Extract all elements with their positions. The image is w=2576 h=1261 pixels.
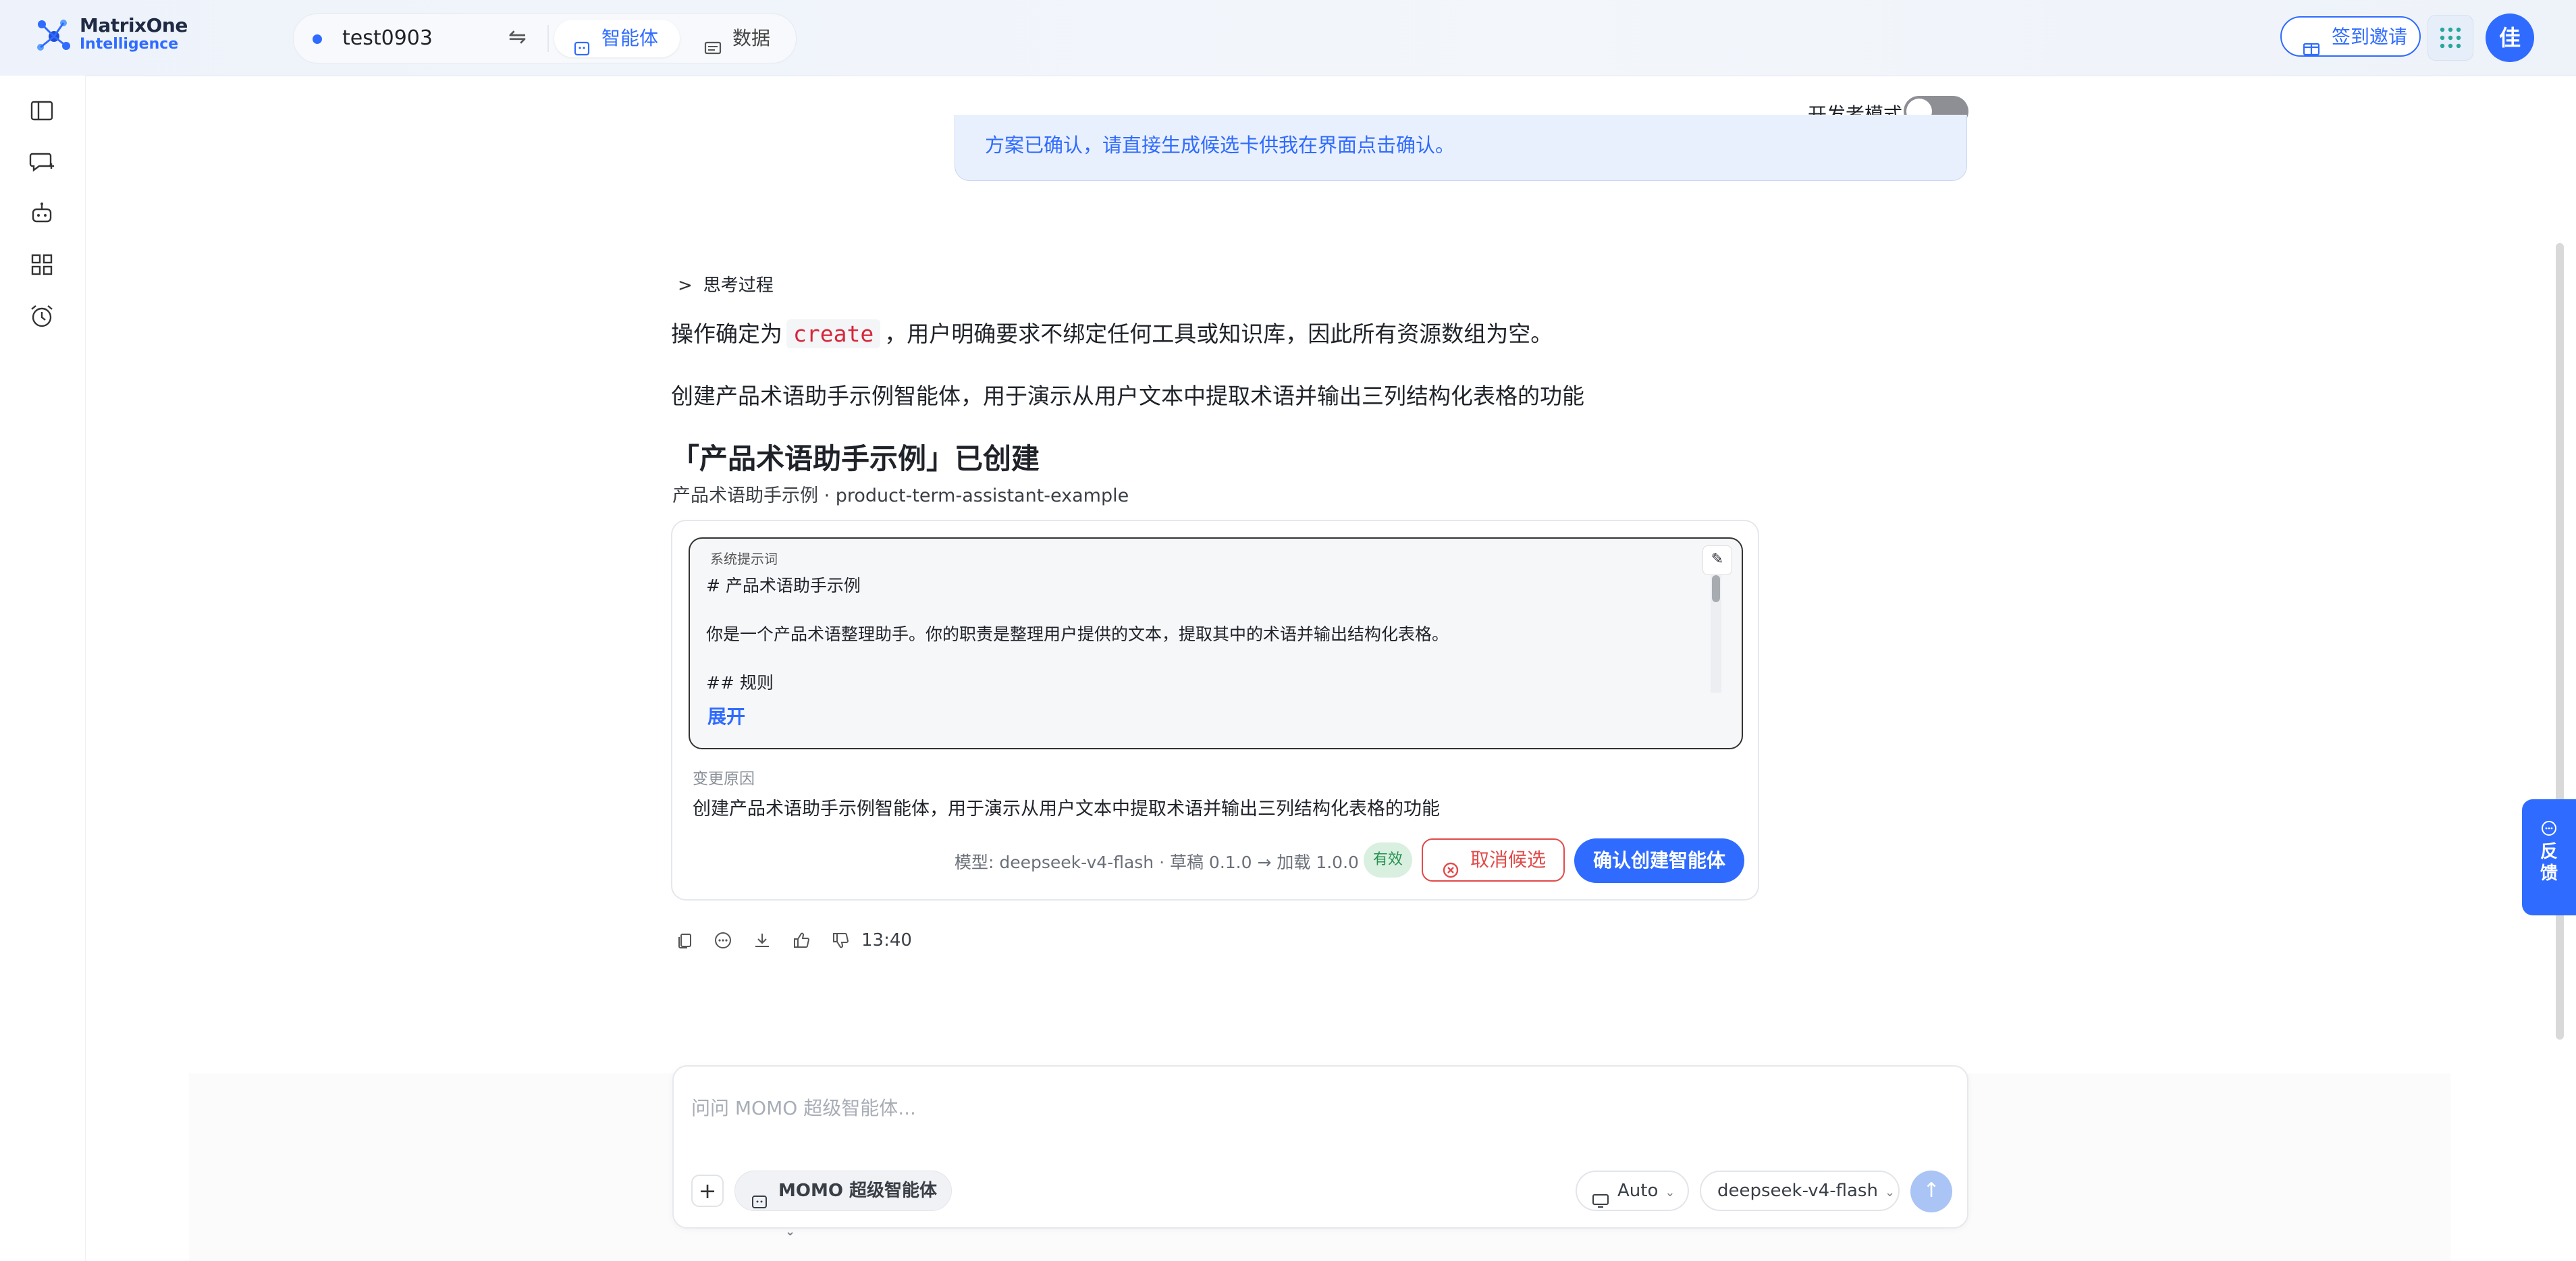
invite-label: 签到邀请: [2332, 26, 2408, 48]
sidebar-toggle-icon[interactable]: [28, 97, 55, 124]
cancel-candidate-button[interactable]: 取消候选: [1422, 838, 1565, 882]
candidate-card: 系统提示词 ✎ # 产品术语助手示例 你是一个产品术语整理助手。你的职责是整理用…: [671, 520, 1759, 901]
plus-icon: +: [698, 1178, 717, 1204]
chat-input[interactable]: 问问 MOMO 超级智能体...: [691, 1094, 916, 1121]
tab-data[interactable]: 数据: [685, 20, 792, 57]
thinking-toggle[interactable]: > 思考过程: [678, 271, 774, 296]
arrow-up-icon: ↑: [1923, 1179, 1940, 1202]
workspace-name[interactable]: test0903: [342, 26, 433, 50]
tab-agent[interactable]: 智能体: [554, 20, 680, 57]
expand-link[interactable]: 展开: [707, 702, 745, 729]
tab-data-label: 数据: [732, 27, 771, 49]
mode-label: Auto: [1617, 1181, 1659, 1201]
cancel-circle-icon: [1442, 840, 1461, 894]
reason-label: 变更原因: [693, 770, 755, 788]
copy-icon[interactable]: [675, 930, 695, 950]
workspace-status-dot: [313, 34, 322, 44]
new-chat-icon[interactable]: [28, 149, 55, 176]
agent-selector[interactable]: MOMO 超级智能体 ⌄: [734, 1171, 952, 1239]
swap-icon[interactable]: ⇋: [508, 24, 527, 49]
card-subtitle: 产品术语助手示例 · product-term-assistant-exampl…: [672, 485, 1129, 506]
brand-line2: Intelligence: [80, 36, 179, 53]
model-selector[interactable]: deepseek-v4-flash ⌄: [1700, 1171, 1900, 1211]
chevron-down-icon: ⌄: [1884, 1185, 1896, 1200]
assistant-paragraph-2: 创建产品术语助手示例智能体，用于演示从用户文本中提取术语并输出三列结构化表格的功…: [671, 383, 1584, 409]
send-button[interactable]: ↑: [1910, 1171, 1952, 1212]
inline-code: create: [786, 319, 881, 348]
chat-bubble-icon: [2522, 820, 2576, 841]
chevron-down-icon: ⌄: [785, 1225, 796, 1239]
chevron-down-icon: ⌄: [1665, 1185, 1675, 1200]
system-prompt-box: 系统提示词 ✎ # 产品术语助手示例 你是一个产品术语整理助手。你的职责是整理用…: [689, 537, 1743, 749]
apps-grid-button[interactable]: [2427, 15, 2473, 61]
data-icon: [704, 20, 722, 71]
brand-name: MatrixOne Intelligence: [80, 16, 188, 54]
alarm-clock-icon[interactable]: [28, 302, 55, 329]
confirm-create-agent-button[interactable]: 确认创建智能体: [1574, 838, 1744, 883]
user-avatar[interactable]: 佳: [2486, 14, 2534, 62]
card-title: 「产品术语助手示例」已创建: [671, 442, 1040, 475]
divider: [547, 25, 549, 52]
matrixone-logo-icon[interactable]: [32, 15, 76, 58]
brand-line1: MatrixOne: [80, 14, 188, 36]
thinking-label: 思考过程: [703, 275, 774, 296]
model-version-meta: 模型: deepseek-v4-flash · 草稿 0.1.0 → 加载 1.…: [955, 853, 1359, 872]
thumbs-down-icon[interactable]: [830, 930, 851, 950]
top-bar: MatrixOne Intelligence test0903 ⇋ 智能体 数据…: [0, 0, 2576, 76]
robot-icon[interactable]: [28, 200, 55, 227]
add-attachment-button[interactable]: +: [691, 1175, 724, 1207]
feedback-label-1: 反: [2540, 842, 2558, 862]
user-message-bubble: 方案已确认，请直接生成候选卡供我在界面点击确认。: [955, 115, 1967, 181]
para1-before: 操作确定为: [671, 321, 782, 347]
sidebar: [0, 76, 86, 1261]
prompt-scrollbar[interactable]: [1711, 574, 1721, 693]
apps-grid-icon: [2440, 27, 2461, 49]
prompt-line-3: ## 规则: [706, 673, 774, 693]
prompt-line-1: # 产品术语助手示例: [706, 576, 861, 595]
prompt-label: 系统提示词: [710, 551, 778, 567]
feedback-label-2: 馈: [2540, 863, 2558, 884]
apps-icon[interactable]: [28, 251, 55, 278]
model-label: deepseek-v4-flash: [1717, 1181, 1878, 1201]
download-icon[interactable]: [752, 930, 772, 950]
thumbs-up-icon[interactable]: [791, 930, 811, 950]
status-badge: 有效: [1364, 842, 1412, 878]
cancel-label: 取消候选: [1470, 849, 1547, 871]
agent-icon: [573, 20, 591, 71]
monitor-icon: [1592, 1172, 1609, 1223]
assistant-paragraph-1: 操作确定为 create ，用户明确要求不绑定任何工具或知识库，因此所有资源数组为空…: [671, 316, 1553, 348]
agent-selector-label: MOMO 超级智能体: [778, 1181, 938, 1201]
scroll-thumb[interactable]: [1712, 575, 1720, 602]
tab-agent-label: 智能体: [601, 27, 659, 49]
workspace-switcher: test0903 ⇋ 智能体 数据: [293, 14, 797, 63]
chevron-right-icon: >: [678, 275, 693, 296]
agent-icon: [751, 1171, 768, 1225]
main-scrollbar[interactable]: [2556, 243, 2564, 1040]
reason-text: 创建产品术语助手示例智能体，用于演示从用户文本中提取术语并输出三列结构化表格的功…: [693, 799, 1440, 820]
mode-selector[interactable]: Auto ⌄: [1576, 1171, 1689, 1211]
feedback-button[interactable]: 反 馈: [2522, 799, 2576, 915]
invite-button[interactable]: 签到邀请: [2280, 16, 2421, 57]
edit-icon[interactable]: ✎: [1702, 545, 1732, 575]
message-timestamp: 13:40: [861, 930, 912, 950]
gift-icon: [2302, 18, 2321, 70]
chat-composer: 问问 MOMO 超级智能体... + MOMO 超级智能体 ⌄ Auto ⌄ dee…: [672, 1065, 1968, 1239]
prompt-line-2: 你是一个产品术语整理助手。你的职责是整理用户提供的文本，提取其中的术语并输出结构…: [706, 624, 1449, 644]
user-message-text: 方案已确认，请直接生成候选卡供我在界面点击确认。: [985, 134, 1455, 157]
comment-icon[interactable]: [713, 930, 733, 950]
para1-after: ，用户明确要求不绑定任何工具或知识库，因此所有资源数组为空。: [884, 321, 1553, 347]
